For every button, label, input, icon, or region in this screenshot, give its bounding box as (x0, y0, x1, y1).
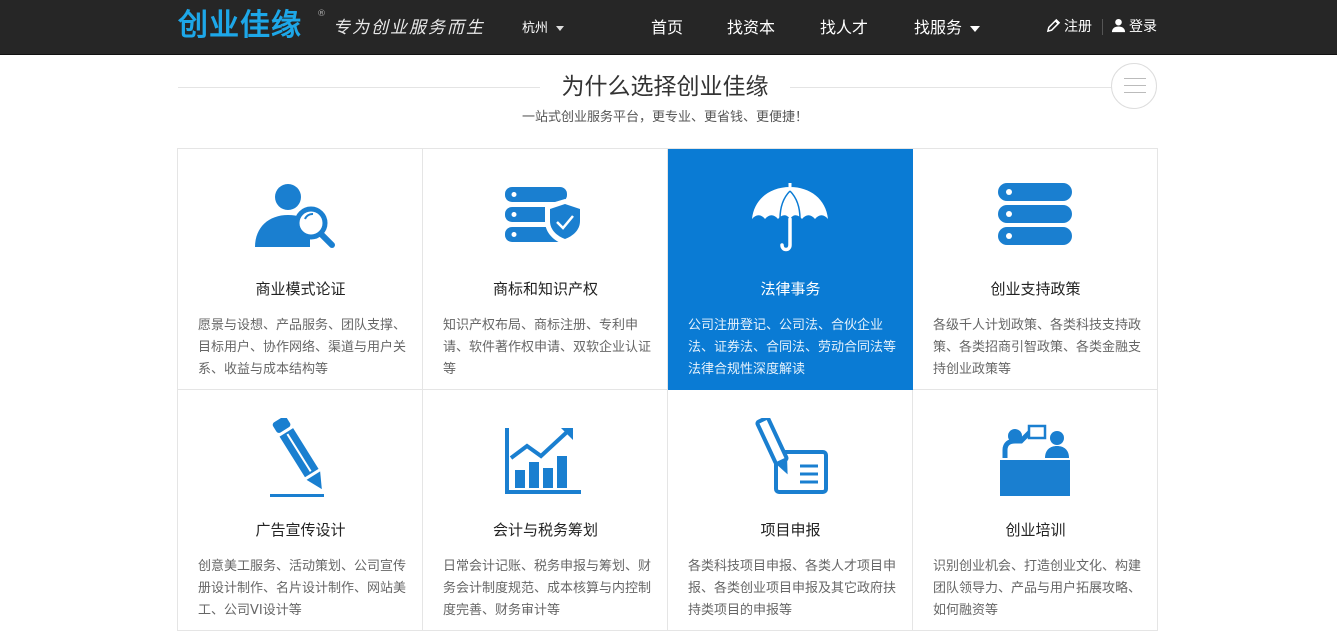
menu-line (1124, 92, 1146, 93)
title-rule-left (178, 87, 540, 88)
card-description: 愿景与设想、产品服务、团队支撑、目标用户、协作网络、渠道与用户关系、收益与成本结… (198, 318, 407, 377)
hamburger-menu-button[interactable] (1111, 63, 1157, 109)
register-label: 注册 (1064, 19, 1092, 35)
service-card-project-application[interactable]: 项目申报 各类科技项目申报、各类人才项目申报、各类创业项目申报及其它政府扶持类项… (668, 390, 913, 631)
card-description: 知识产权布局、商标注册、专利申请、软件著作权申请、双软企业认证等 (443, 318, 652, 377)
card-title: 法律事务 (760, 280, 821, 298)
card-title: 项目申报 (760, 521, 821, 539)
nav-find-talent[interactable]: 找人才 (820, 16, 868, 40)
card-title: 商标和知识产权 (492, 280, 598, 298)
service-card-accounting-tax[interactable]: 会计与税务筹划 日常会计记账、税务申报与筹划、财务会计制度规范、成本核算与内控制… (423, 390, 668, 631)
server-shield-icon (505, 187, 585, 245)
pencil-icon (270, 418, 324, 497)
service-card-business-model[interactable]: 商业模式论证 愿景与设想、产品服务、团队支撑、目标用户、协作网络、渠道与用户关系… (178, 149, 423, 390)
card-description: 创意美工服务、活动策划、公司宣传册设计制作、名片设计制作、网站美工、公司VI设计… (198, 559, 407, 618)
database-stack-icon (998, 183, 1072, 245)
user-icon (1111, 18, 1126, 33)
service-grid: 商业模式论证 愿景与设想、产品服务、团队支撑、目标用户、协作网络、渠道与用户关系… (177, 148, 1158, 631)
section-title: 为什么选择创业佳缘 (561, 74, 769, 100)
nav-home[interactable]: 首页 (651, 16, 683, 40)
card-description: 各级千人计划政策、各类科技支持政策、各类招商引智政策、各类金融支持创业政策等 (933, 318, 1142, 377)
card-title: 广告宣传设计 (255, 521, 346, 539)
service-card-legal-affairs[interactable]: 法律事务 公司注册登记、公司法、合伙企业法、证券法、合同法、劳动合同法等法律合规… (668, 149, 913, 390)
menu-line (1124, 78, 1146, 79)
chevron-down-icon (970, 25, 981, 32)
city-label: 杭州 (522, 21, 549, 36)
city-selector[interactable]: 杭州 (522, 18, 565, 40)
registered-mark: ® (317, 9, 326, 19)
card-description: 各类科技项目申报、各类人才项目申报、各类创业项目申报及其它政府扶持类项目的申报等 (688, 559, 897, 618)
site-logo[interactable]: 创业佳缘 (178, 8, 302, 44)
login-link[interactable]: 登录 (1111, 16, 1157, 38)
card-title: 创业支持政策 (990, 280, 1081, 298)
training-icon (1000, 424, 1070, 496)
section-subtitle: 一站式创业服务平台，更专业、更省钱、更便捷！ (521, 110, 808, 125)
service-card-startup-policy[interactable]: 创业支持政策 各级千人计划政策、各类科技支持政策、各类招商引智政策、各类金融支持… (913, 149, 1158, 390)
card-description: 识别创业机会、打造创业文化、构建团队领导力、产品与用户拓展攻略、如何融资等 (933, 559, 1142, 618)
card-title: 会计与税务筹划 (492, 521, 598, 539)
growth-chart-icon (505, 428, 581, 494)
user-search-icon (255, 184, 335, 248)
card-title: 商业模式论证 (255, 280, 346, 298)
service-card-ad-design[interactable]: 广告宣传设计 创意美工服务、活动策划、公司宣传册设计制作、名片设计制作、网站美工… (178, 390, 423, 631)
menu-line (1124, 85, 1146, 86)
pen-document-icon (755, 418, 828, 494)
umbrella-icon (752, 183, 828, 252)
pencil-edit-icon (1046, 18, 1061, 33)
nav-find-service-label: 找服务 (914, 18, 963, 37)
register-link[interactable]: 注册 (1046, 16, 1092, 38)
service-card-trademark-ip[interactable]: 商标和知识产权 知识产权布局、商标注册、专利申请、软件著作权申请、双软企业认证等 (423, 149, 668, 390)
service-card-startup-training[interactable]: 创业培训 识别创业机会、打造创业文化、构建团队领导力、产品与用户拓展攻略、如何融… (913, 390, 1158, 631)
nav-find-capital[interactable]: 找资本 (727, 16, 775, 40)
auth-divider (1102, 19, 1103, 35)
title-rule-right (790, 87, 1111, 88)
card-title: 创业培训 (1005, 521, 1066, 539)
chevron-down-icon (556, 26, 565, 31)
card-description: 日常会计记账、税务申报与筹划、财务会计制度规范、成本核算与内控制度完善、财务审计… (443, 559, 652, 618)
login-label: 登录 (1129, 19, 1157, 35)
card-description: 公司注册登记、公司法、合伙企业法、证券法、合同法、劳动合同法等法律合规性深度解读 (688, 318, 897, 377)
top-navbar: 创业佳缘 ® 专为创业服务而生 杭州 首页 找资本 找人才 找服务 注册 登录 (0, 0, 1337, 55)
nav-find-service[interactable]: 找服务 (914, 16, 981, 40)
site-slogan: 专为创业服务而生 (333, 18, 485, 38)
